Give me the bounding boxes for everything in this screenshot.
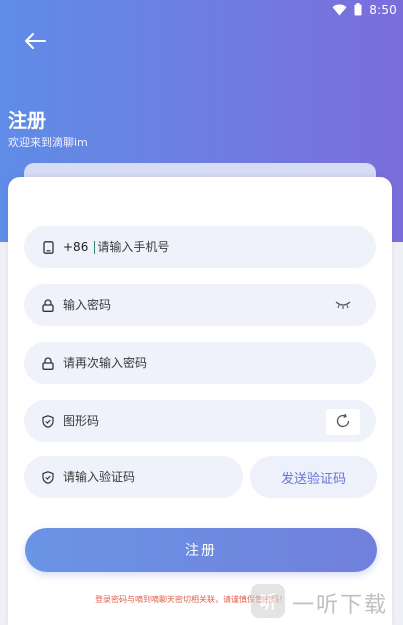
back-button[interactable] xyxy=(20,30,50,56)
captcha-input[interactable] xyxy=(63,414,283,428)
captcha-field[interactable] xyxy=(24,400,376,442)
battery-icon xyxy=(354,1,362,20)
eye-closed-icon[interactable] xyxy=(334,298,352,312)
captcha-refresh-button[interactable] xyxy=(326,409,360,435)
phone-input[interactable] xyxy=(97,240,318,254)
page-subtitle: 欢迎来到滴聊im xyxy=(8,136,88,149)
country-code[interactable]: +86 xyxy=(63,240,88,254)
verify-code-field[interactable] xyxy=(24,456,243,498)
confirm-password-field[interactable] xyxy=(24,342,376,384)
watermark-logo-icon: 听 xyxy=(250,583,286,623)
password-input[interactable] xyxy=(63,298,283,312)
svg-text:听: 听 xyxy=(260,592,277,613)
wifi-icon xyxy=(332,1,347,20)
shield-icon xyxy=(41,470,55,484)
watermark: 听 一听下载 xyxy=(250,580,403,625)
lock-icon xyxy=(41,356,55,370)
phone-field[interactable]: +86 xyxy=(24,226,376,268)
lock-icon xyxy=(41,298,55,312)
confirm-password-input[interactable] xyxy=(63,356,283,370)
refresh-icon xyxy=(335,413,351,432)
verify-code-input[interactable] xyxy=(63,470,213,484)
page-title: 注册 xyxy=(8,110,47,132)
register-button[interactable]: 注册 xyxy=(25,528,377,572)
watermark-text: 一听下载 xyxy=(292,592,389,618)
shield-icon xyxy=(41,414,55,428)
password-field[interactable] xyxy=(24,284,376,326)
text-cursor xyxy=(94,240,96,254)
phone-icon xyxy=(41,240,55,254)
status-time: 8:50 xyxy=(369,3,397,17)
send-code-button[interactable]: 发送验证码 xyxy=(250,456,377,498)
arrow-left-icon xyxy=(23,32,47,54)
status-bar: 8:50 xyxy=(332,0,397,20)
